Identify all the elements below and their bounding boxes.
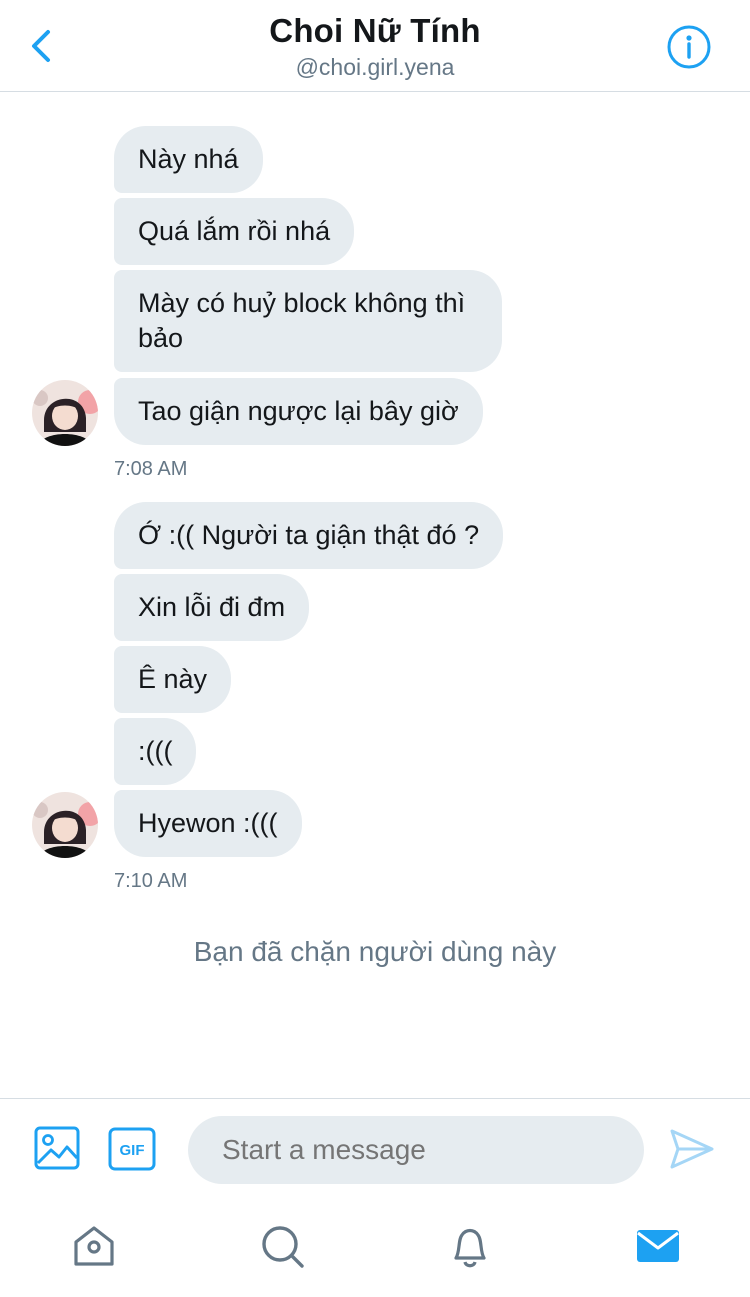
message-bubble[interactable]: Tao giận ngược lại bây giờ — [114, 378, 483, 445]
message-timestamp: 7:10 AM — [114, 870, 188, 892]
message-bubble[interactable]: Ớ :(( Người ta giận thật đó ? — [114, 502, 504, 569]
conversation-title: Choi Nữ Tính — [269, 12, 481, 49]
send-icon — [670, 1129, 714, 1169]
tab-notifications[interactable] — [446, 1222, 494, 1270]
message-composer: GIF — [0, 1098, 750, 1200]
message-bubble[interactable]: Quá lắm rồi nhá — [114, 198, 355, 265]
message-timestamp: 7:08 AM — [114, 458, 188, 480]
image-icon — [34, 1126, 80, 1170]
message-bubble[interactable]: :((( — [114, 718, 197, 785]
info-button[interactable] — [666, 24, 712, 70]
blocked-notice: Bạn đã chặn người dùng này — [193, 936, 557, 967]
message-bubble[interactable]: Này nhá — [114, 126, 263, 193]
tab-home[interactable] — [70, 1222, 118, 1270]
message-bubble[interactable]: Mày có huỷ block không thì bảo — [114, 270, 502, 372]
message-bubble[interactable]: Xin lỗi đi đm — [114, 574, 310, 641]
bell-icon — [454, 1228, 486, 1268]
tab-search[interactable] — [258, 1222, 306, 1270]
message-input[interactable] — [188, 1116, 644, 1184]
avatar[interactable] — [32, 380, 98, 446]
gif-icon: GIF — [108, 1127, 156, 1171]
add-photo-button[interactable] — [34, 1125, 80, 1171]
home-icon — [74, 1226, 114, 1266]
send-button[interactable] — [668, 1127, 716, 1171]
message-bubble[interactable]: Hyewon :((( — [114, 790, 302, 857]
add-gif-button[interactable]: GIF — [108, 1127, 156, 1171]
avatar-photo — [32, 380, 98, 446]
search-icon — [262, 1226, 304, 1268]
conversation-header: Choi Nữ Tính @choi.girl.yena — [0, 0, 750, 92]
avatar[interactable] — [32, 792, 98, 858]
avatar-photo — [32, 792, 98, 858]
mail-icon — [637, 1230, 679, 1262]
message-bubble[interactable]: Ê này — [114, 646, 232, 713]
bottom-tab-bar — [0, 1200, 750, 1297]
tab-messages[interactable] — [634, 1222, 682, 1270]
conversation-handle: @choi.girl.yena — [295, 54, 455, 80]
gif-label: GIF — [120, 1142, 145, 1159]
info-icon — [667, 25, 711, 69]
